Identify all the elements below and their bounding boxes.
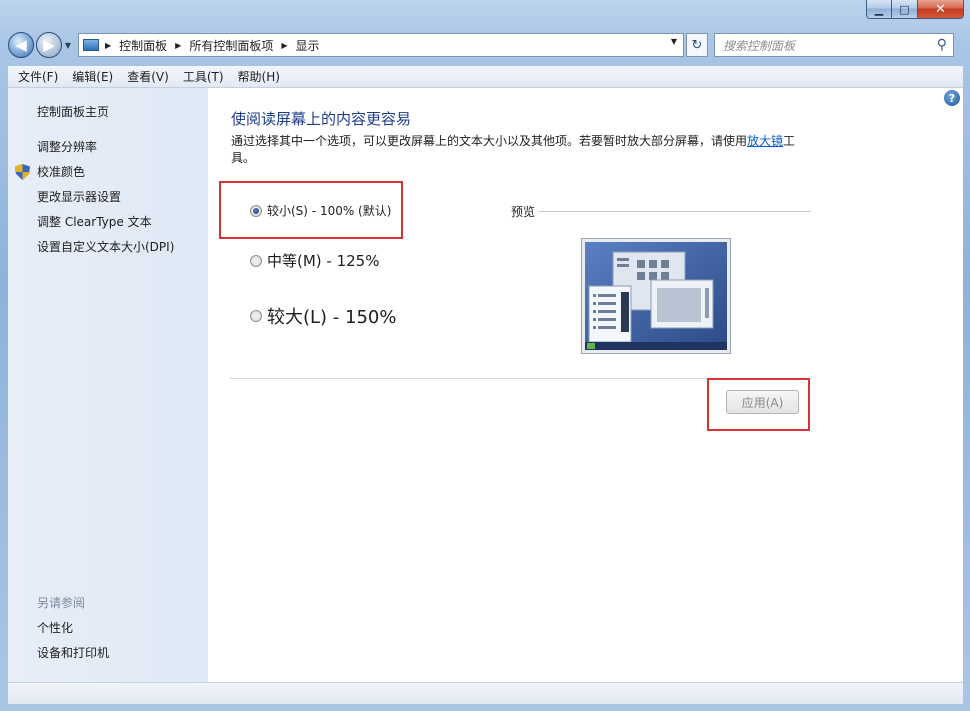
- option-smaller[interactable]: 较小(S) - 100% (默认): [250, 202, 391, 219]
- caption-buttons: ▁ □ ✕: [866, 0, 964, 20]
- breadcrumb-all-items[interactable]: 所有控制面板项: [189, 37, 273, 54]
- address-dropdown-icon[interactable]: ▼: [667, 37, 681, 46]
- sidebar-link-resolution[interactable]: 调整分辨率: [37, 138, 97, 155]
- desktop-preview-graphic: [585, 242, 727, 350]
- page-description: 通过选择其中一个选项，可以更改屏幕上的文本大小以及其他项。若要暂时放大部分屏幕，…: [231, 133, 801, 167]
- close-button[interactable]: ✕: [918, 0, 964, 19]
- option-smaller-label[interactable]: 较小(S) - 100% (默认): [267, 202, 391, 219]
- preview-image: [581, 238, 731, 354]
- radio-smaller[interactable]: [250, 204, 262, 217]
- control-panel-icon: [83, 39, 99, 51]
- menu-bar: 文件(F) 编辑(E) 查看(V) 工具(T) 帮助(H): [8, 66, 963, 88]
- menu-help[interactable]: 帮助(H): [231, 68, 287, 85]
- magnifier-link[interactable]: 放大镜: [747, 134, 783, 148]
- refresh-button[interactable]: ↻: [686, 33, 708, 57]
- option-larger[interactable]: 较大(L) - 150%: [250, 303, 396, 329]
- breadcrumb-control-panel[interactable]: 控制面板: [119, 37, 167, 54]
- page-title: 使阅读屏幕上的内容更容易: [231, 110, 412, 128]
- sidebar-link-personalize[interactable]: 个性化: [37, 619, 73, 636]
- menu-file[interactable]: 文件(F): [11, 68, 65, 85]
- radio-larger[interactable]: [250, 310, 262, 322]
- back-button[interactable]: ◀: [8, 32, 34, 58]
- window-frame: ▁ □ ✕ ◀ ▶ ▼ ▶ 控制面板 ▶ 所有控制面板项 ▶ 显示 ▼ ↻ 搜索…: [0, 0, 970, 711]
- maximize-button[interactable]: □: [892, 0, 918, 19]
- sidebar-link-monitor-settings[interactable]: 更改显示器设置: [37, 188, 121, 205]
- task-pane: 控制面板主页 调整分辨率 校准颜色 更改显示器设置 调整 ClearType 文…: [8, 88, 208, 682]
- sidebar-link-calibrate[interactable]: 校准颜色: [37, 163, 85, 180]
- help-icon[interactable]: ?: [944, 90, 960, 106]
- content-area: 控制面板主页 调整分辨率 校准颜色 更改显示器设置 调整 ClearType 文…: [8, 88, 963, 682]
- forward-button[interactable]: ▶: [36, 32, 62, 58]
- menu-view[interactable]: 查看(V): [120, 68, 176, 85]
- see-also-heading: 另请参阅: [37, 596, 86, 610]
- radio-medium[interactable]: [250, 254, 262, 267]
- menu-edit[interactable]: 编辑(E): [65, 68, 120, 85]
- option-medium[interactable]: 中等(M) - 125%: [250, 250, 379, 271]
- chevron-right-icon[interactable]: ▶: [281, 41, 287, 50]
- preview-label: 预览: [511, 205, 536, 219]
- option-medium-label[interactable]: 中等(M) - 125%: [267, 250, 379, 271]
- search-placeholder: 搜索控制面板: [723, 38, 796, 53]
- chevron-right-icon[interactable]: ▶: [105, 41, 111, 50]
- sidebar-link-home[interactable]: 控制面板主页: [37, 103, 109, 120]
- search-input[interactable]: 搜索控制面板 ⚲: [714, 33, 954, 57]
- apply-button[interactable]: 应用(A): [726, 390, 799, 414]
- refresh-icon: ↻: [691, 37, 703, 53]
- status-bar: [8, 682, 963, 704]
- back-arrow-icon: ◀: [15, 36, 27, 54]
- search-icon[interactable]: ⚲: [937, 37, 947, 53]
- description-text: 通过选择其中一个选项，可以更改屏幕上的文本大小以及其他项。若要暂时放大部分屏幕，…: [231, 134, 748, 148]
- chevron-right-icon[interactable]: ▶: [175, 41, 181, 50]
- uac-shield-icon: [15, 164, 30, 180]
- main-panel: 使阅读屏幕上的内容更容易 通过选择其中一个选项，可以更改屏幕上的文本大小以及其他…: [208, 88, 963, 682]
- preview-divider: [539, 211, 811, 212]
- navigation-bar: ◀ ▶ ▼ ▶ 控制面板 ▶ 所有控制面板项 ▶ 显示 ▼ ↻ 搜索控制面板 ⚲: [8, 30, 964, 60]
- option-larger-label[interactable]: 较大(L) - 150%: [267, 303, 396, 329]
- forward-arrow-icon: ▶: [43, 36, 55, 54]
- minimize-button[interactable]: ▁: [866, 0, 892, 19]
- sidebar-link-devices[interactable]: 设备和打印机: [37, 644, 109, 661]
- address-bar[interactable]: ▶ 控制面板 ▶ 所有控制面板项 ▶ 显示 ▼: [78, 33, 684, 57]
- menu-tools[interactable]: 工具(T): [176, 68, 231, 85]
- breadcrumb-display[interactable]: 显示: [296, 37, 320, 54]
- sidebar-link-cleartype[interactable]: 调整 ClearType 文本: [37, 213, 152, 230]
- sidebar-link-custom-dpi[interactable]: 设置自定义文本大小(DPI): [37, 238, 174, 255]
- recent-pages-dropdown[interactable]: ▼: [62, 41, 74, 50]
